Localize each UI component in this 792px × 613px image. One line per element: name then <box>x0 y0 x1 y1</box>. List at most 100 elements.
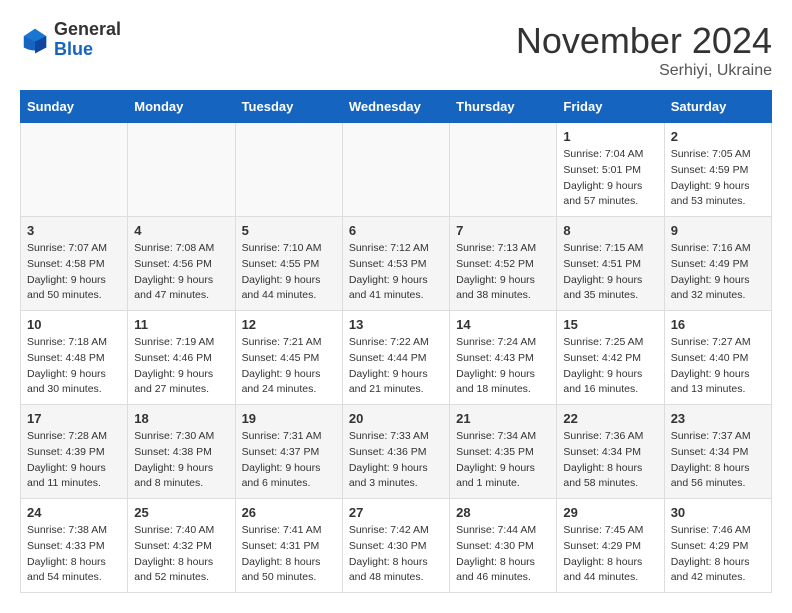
day-number: 26 <box>242 505 336 520</box>
day-info: Sunrise: 7:04 AMSunset: 5:01 PMDaylight:… <box>563 147 657 210</box>
day-cell: 25Sunrise: 7:40 AMSunset: 4:32 PMDayligh… <box>128 499 235 593</box>
day-cell <box>128 123 235 217</box>
day-info: Sunrise: 7:36 AMSunset: 4:34 PMDaylight:… <box>563 429 657 492</box>
day-info: Sunrise: 7:41 AMSunset: 4:31 PMDaylight:… <box>242 523 336 586</box>
logo-blue-text: Blue <box>54 40 121 60</box>
week-row-1: 1 Sunrise: 7:04 AMSunset: 5:01 PMDaylight… <box>21 123 772 217</box>
day-info: Sunrise: 7:13 AMSunset: 4:52 PMDaylight:… <box>456 241 550 304</box>
day-number: 30 <box>671 505 765 520</box>
day-info: Sunrise: 7:21 AMSunset: 4:45 PMDaylight:… <box>242 335 336 398</box>
day-info: Sunrise: 7:19 AMSunset: 4:46 PMDaylight:… <box>134 335 228 398</box>
day-cell: 13Sunrise: 7:22 AMSunset: 4:44 PMDayligh… <box>342 311 449 405</box>
day-cell: 1 Sunrise: 7:04 AMSunset: 5:01 PMDaylight… <box>557 123 664 217</box>
day-cell: 6Sunrise: 7:12 AMSunset: 4:53 PMDaylight… <box>342 217 449 311</box>
day-cell: 28 Sunrise: 7:44 AMSunset: 4:30 PMDayligh… <box>450 499 557 593</box>
day-number: 15 <box>563 317 657 332</box>
day-info: Sunrise: 7:24 AMSunset: 4:43 PMDaylight:… <box>456 335 550 398</box>
month-title: November 2024 <box>516 20 772 62</box>
day-cell: 26 Sunrise: 7:41 AMSunset: 4:31 PMDayligh… <box>235 499 342 593</box>
day-cell: 16 Sunrise: 7:27 AMSunset: 4:40 PMDayligh… <box>664 311 771 405</box>
day-number: 8 <box>563 223 657 238</box>
day-info: Sunrise: 7:37 AMSunset: 4:34 PMDaylight:… <box>671 429 765 492</box>
logo[interactable]: General Blue <box>20 20 121 60</box>
day-cell: 29Sunrise: 7:45 AMSunset: 4:29 PMDayligh… <box>557 499 664 593</box>
day-cell: 4 Sunrise: 7:08 AMSunset: 4:56 PMDaylight… <box>128 217 235 311</box>
day-number: 13 <box>349 317 443 332</box>
day-cell: 11 Sunrise: 7:19 AMSunset: 4:46 PMDayligh… <box>128 311 235 405</box>
day-cell: 5 Sunrise: 7:10 AMSunset: 4:55 PMDaylight… <box>235 217 342 311</box>
day-info: Sunrise: 7:28 AMSunset: 4:39 PMDaylight:… <box>27 429 121 492</box>
day-number: 5 <box>242 223 336 238</box>
day-info: Sunrise: 7:05 AMSunset: 4:59 PMDaylight:… <box>671 147 765 210</box>
weekday-header-saturday: Saturday <box>664 91 771 123</box>
day-info: Sunrise: 7:12 AMSunset: 4:53 PMDaylight:… <box>349 241 443 304</box>
day-number: 21 <box>456 411 550 426</box>
weekday-header-row: SundayMondayTuesdayWednesdayThursdayFrid… <box>21 91 772 123</box>
weekday-header-thursday: Thursday <box>450 91 557 123</box>
day-cell: 3Sunrise: 7:07 AMSunset: 4:58 PMDaylight… <box>21 217 128 311</box>
day-info: Sunrise: 7:16 AMSunset: 4:49 PMDaylight:… <box>671 241 765 304</box>
day-cell: 17 Sunrise: 7:28 AMSunset: 4:39 PMDayligh… <box>21 405 128 499</box>
day-number: 1 <box>563 129 657 144</box>
day-number: 24 <box>27 505 121 520</box>
day-info: Sunrise: 7:31 AMSunset: 4:37 PMDaylight:… <box>242 429 336 492</box>
day-info: Sunrise: 7:33 AMSunset: 4:36 PMDaylight:… <box>349 429 443 492</box>
day-cell: 30Sunrise: 7:46 AMSunset: 4:29 PMDayligh… <box>664 499 771 593</box>
day-cell <box>21 123 128 217</box>
day-info: Sunrise: 7:42 AMSunset: 4:30 PMDaylight:… <box>349 523 443 586</box>
day-number: 7 <box>456 223 550 238</box>
day-number: 22 <box>563 411 657 426</box>
week-row-4: 17 Sunrise: 7:28 AMSunset: 4:39 PMDayligh… <box>21 405 772 499</box>
day-cell: 18 Sunrise: 7:30 AMSunset: 4:38 PMDayligh… <box>128 405 235 499</box>
day-info: Sunrise: 7:34 AMSunset: 4:35 PMDaylight:… <box>456 429 550 492</box>
day-cell <box>342 123 449 217</box>
day-number: 11 <box>134 317 228 332</box>
day-number: 27 <box>349 505 443 520</box>
day-number: 4 <box>134 223 228 238</box>
day-info: Sunrise: 7:27 AMSunset: 4:40 PMDaylight:… <box>671 335 765 398</box>
day-number: 25 <box>134 505 228 520</box>
day-number: 28 <box>456 505 550 520</box>
day-number: 12 <box>242 317 336 332</box>
day-cell: 2 Sunrise: 7:05 AMSunset: 4:59 PMDaylight… <box>664 123 771 217</box>
week-row-3: 10 Sunrise: 7:18 AMSunset: 4:48 PMDayligh… <box>21 311 772 405</box>
day-cell: 9 Sunrise: 7:16 AMSunset: 4:49 PMDaylight… <box>664 217 771 311</box>
day-cell <box>450 123 557 217</box>
day-cell <box>235 123 342 217</box>
title-area: November 2024 Serhiyi, Ukraine <box>516 20 772 80</box>
day-info: Sunrise: 7:10 AMSunset: 4:55 PMDaylight:… <box>242 241 336 304</box>
day-number: 2 <box>671 129 765 144</box>
day-cell: 10 Sunrise: 7:18 AMSunset: 4:48 PMDayligh… <box>21 311 128 405</box>
week-row-2: 3Sunrise: 7:07 AMSunset: 4:58 PMDaylight… <box>21 217 772 311</box>
calendar-table: SundayMondayTuesdayWednesdayThursdayFrid… <box>20 90 772 593</box>
day-info: Sunrise: 7:15 AMSunset: 4:51 PMDaylight:… <box>563 241 657 304</box>
page-header: General Blue November 2024 Serhiyi, Ukra… <box>20 20 772 80</box>
logo-general-text: General <box>54 20 121 40</box>
day-cell: 27 Sunrise: 7:42 AMSunset: 4:30 PMDayligh… <box>342 499 449 593</box>
day-info: Sunrise: 7:30 AMSunset: 4:38 PMDaylight:… <box>134 429 228 492</box>
day-number: 10 <box>27 317 121 332</box>
weekday-header-wednesday: Wednesday <box>342 91 449 123</box>
day-cell: 24Sunrise: 7:38 AMSunset: 4:33 PMDayligh… <box>21 499 128 593</box>
day-info: Sunrise: 7:18 AMSunset: 4:48 PMDaylight:… <box>27 335 121 398</box>
day-number: 23 <box>671 411 765 426</box>
day-number: 20 <box>349 411 443 426</box>
day-cell: 14 Sunrise: 7:24 AMSunset: 4:43 PMDayligh… <box>450 311 557 405</box>
day-number: 29 <box>563 505 657 520</box>
day-cell: 19Sunrise: 7:31 AMSunset: 4:37 PMDayligh… <box>235 405 342 499</box>
weekday-header-monday: Monday <box>128 91 235 123</box>
weekday-header-friday: Friday <box>557 91 664 123</box>
day-info: Sunrise: 7:08 AMSunset: 4:56 PMDaylight:… <box>134 241 228 304</box>
day-info: Sunrise: 7:44 AMSunset: 4:30 PMDaylight:… <box>456 523 550 586</box>
day-number: 18 <box>134 411 228 426</box>
day-number: 9 <box>671 223 765 238</box>
day-number: 16 <box>671 317 765 332</box>
week-row-5: 24Sunrise: 7:38 AMSunset: 4:33 PMDayligh… <box>21 499 772 593</box>
day-cell: 22 Sunrise: 7:36 AMSunset: 4:34 PMDayligh… <box>557 405 664 499</box>
day-cell: 21 Sunrise: 7:34 AMSunset: 4:35 PMDayligh… <box>450 405 557 499</box>
day-info: Sunrise: 7:25 AMSunset: 4:42 PMDaylight:… <box>563 335 657 398</box>
day-cell: 15 Sunrise: 7:25 AMSunset: 4:42 PMDayligh… <box>557 311 664 405</box>
day-number: 17 <box>27 411 121 426</box>
day-number: 14 <box>456 317 550 332</box>
location: Serhiyi, Ukraine <box>516 62 772 80</box>
